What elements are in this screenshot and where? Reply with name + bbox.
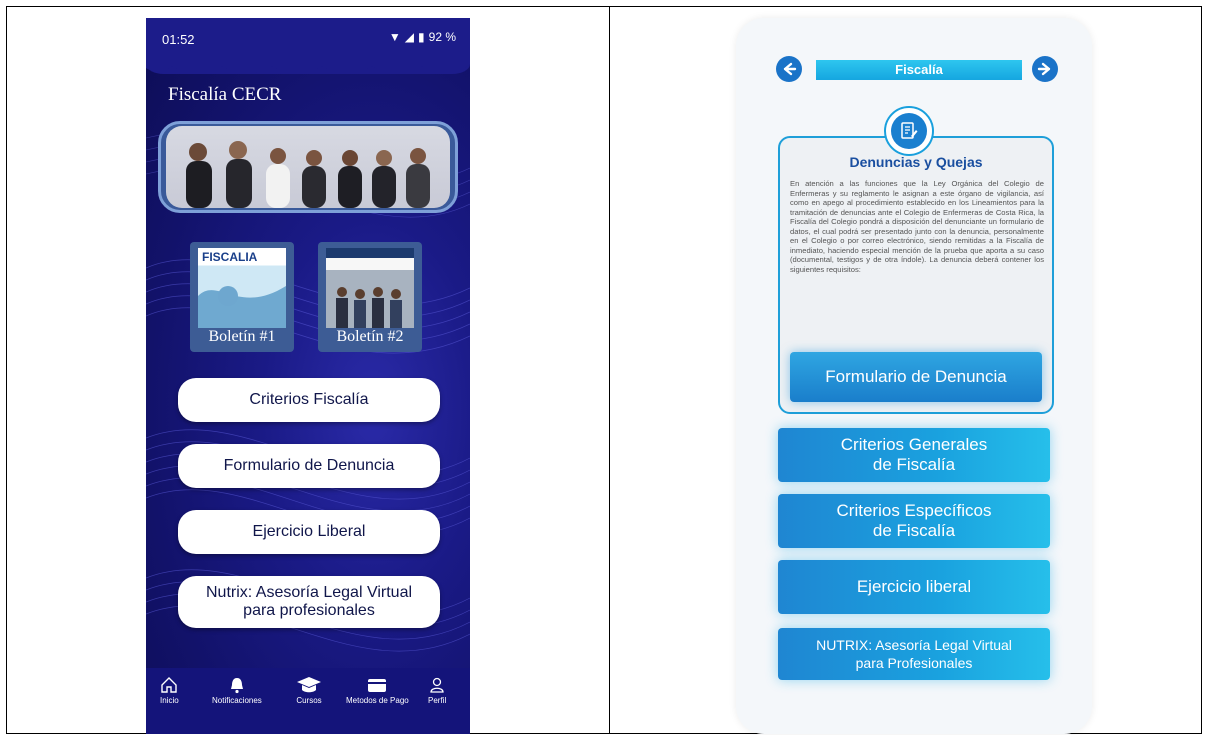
- nutrix-right-line2: para Profesionales: [855, 655, 973, 671]
- nutrix-right-line1: NUTRIX: Asesoría Legal Virtual: [816, 637, 1012, 653]
- credit-card-icon: [368, 679, 387, 692]
- status-time: 01:52: [162, 32, 195, 47]
- nutrix-right-button[interactable]: NUTRIX: Asesoría Legal Virtual para Prof…: [778, 628, 1050, 680]
- card-title: Denuncias y Quejas: [849, 154, 983, 170]
- bottom-navbar: Inicio Notificaciones Cursos Metodos de …: [146, 668, 470, 734]
- bulletin-2-cover: [326, 248, 414, 328]
- nutrix-button-line2: para profesionales: [243, 602, 375, 619]
- table-divider: [609, 6, 610, 734]
- nav-notificaciones-label: Notificaciones: [212, 696, 262, 705]
- nutrix-button[interactable]: Nutrix: Asesoría Legal Virtual para prof…: [178, 576, 440, 628]
- bulletin-1-cover-title: FISCALIA: [202, 250, 258, 264]
- arrow-left-icon: [783, 62, 797, 76]
- criterios-generales-button[interactable]: Criterios Generales de Fiscalía: [778, 428, 1050, 482]
- status-bar: 01:52 ▼ ◢ ▮ 92 %: [146, 18, 470, 74]
- nav-perfil[interactable]: Perfil: [428, 676, 446, 705]
- page-title: Fiscalía CECR: [168, 84, 282, 105]
- battery-level: 92 %: [428, 30, 456, 44]
- home-icon: [161, 677, 178, 693]
- criterios-generales-line2: de Fiscalía: [872, 455, 956, 474]
- nav-metodos-pago[interactable]: Metodos de Pago: [346, 676, 409, 705]
- team-photo-image: [186, 141, 430, 208]
- nav-perfil-label: Perfil: [428, 696, 447, 705]
- document-edit-icon: [901, 122, 918, 139]
- section-header-title: Fiscalía: [895, 62, 943, 77]
- bulletin-1-card[interactable]: FISCALIA Boletín #1: [190, 242, 294, 352]
- bulletin-1-cover-image: [198, 286, 286, 328]
- criterios-especificos-line2: de Fiscalía: [872, 521, 956, 540]
- forward-arrow-button[interactable]: [1032, 56, 1058, 82]
- bulletin-2-label: Boletín #2: [336, 328, 404, 345]
- back-arrow-button[interactable]: [776, 56, 802, 82]
- wifi-icon: ▼: [388, 30, 401, 44]
- nav-inicio[interactable]: Inicio: [160, 676, 179, 705]
- ejercicio-liberal-button[interactable]: Ejercicio Liberal: [178, 510, 440, 554]
- formulario-denuncia-button[interactable]: Formulario de Denuncia: [178, 444, 440, 488]
- criterios-fiscalia-button[interactable]: Criterios Fiscalía: [178, 378, 440, 422]
- card-body-text: En atención a las funciones que la Ley O…: [790, 179, 1044, 274]
- user-icon: [430, 677, 444, 693]
- document-icon-badge: [884, 106, 934, 156]
- formulario-denuncia-cta[interactable]: Formulario de Denuncia: [790, 352, 1042, 402]
- ejercicio-liberal-right-label: Ejercicio liberal: [856, 577, 972, 596]
- criterios-especificos-line1: Criterios Específicos: [836, 501, 992, 520]
- criterios-generales-line1: Criterios Generales: [840, 435, 988, 454]
- nav-cursos-label: Cursos: [296, 696, 322, 705]
- section-header: Fiscalía: [816, 60, 1022, 80]
- arrow-right-icon: [1037, 62, 1051, 76]
- nav-notificaciones[interactable]: Notificaciones: [212, 676, 262, 705]
- ejercicio-liberal-right-button[interactable]: Ejercicio liberal: [778, 560, 1050, 614]
- bulletin-1-cover: FISCALIA: [198, 248, 286, 328]
- bulletin-1-label: Boletín #1: [208, 328, 276, 345]
- nav-metodos-pago-label: Metodos de Pago: [346, 696, 409, 705]
- signal-icon: ◢: [404, 30, 415, 44]
- status-icons: ▼ ◢ ▮ 92 %: [389, 30, 456, 44]
- nutrix-button-line1: Nutrix: Asesoría Legal Virtual: [205, 584, 413, 601]
- bulletin-2-cover-image: [326, 248, 414, 328]
- battery-icon: ▮: [418, 30, 425, 44]
- nav-inicio-label: Inicio: [160, 696, 179, 705]
- graduation-cap-icon: [297, 677, 321, 693]
- team-photo: [166, 126, 450, 208]
- bell-icon: [230, 678, 243, 694]
- nav-cursos[interactable]: Cursos: [296, 676, 322, 705]
- bulletin-2-card[interactable]: Boletín #2: [318, 242, 422, 352]
- criterios-especificos-button[interactable]: Criterios Específicos de Fiscalía: [778, 494, 1050, 548]
- status-bar-wave: [146, 50, 470, 74]
